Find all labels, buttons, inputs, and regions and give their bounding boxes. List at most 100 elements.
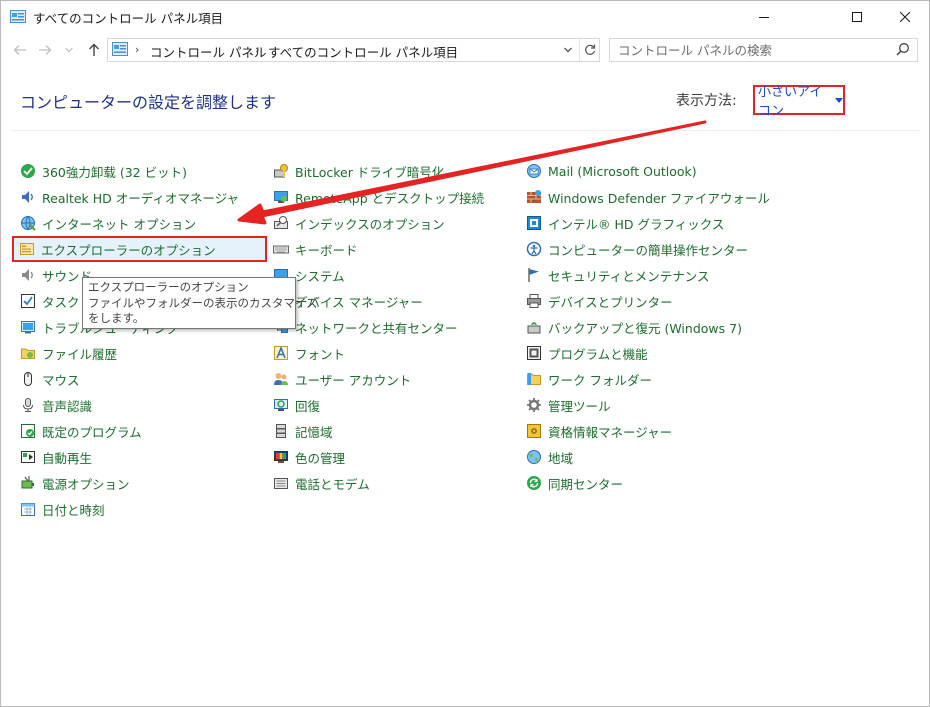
item-label[interactable]: セキュリティとメンテナンス — [548, 266, 710, 285]
view-by-dropdown[interactable]: 小さいアイコン — [753, 85, 845, 119]
item-label[interactable]: システム — [295, 266, 345, 285]
item-label[interactable]: ネットワークと共有センター — [295, 318, 458, 337]
item-autoplay[interactable]: 自動再生 — [20, 447, 92, 467]
item-defender-firewall[interactable]: Windows Defender ファイアウォール — [526, 187, 770, 207]
item-label[interactable]: ユーザー アカウント — [295, 370, 411, 389]
item-label[interactable]: 回復 — [295, 396, 320, 415]
view-by-value[interactable]: 小さいアイコン — [758, 81, 829, 119]
breadcrumb-control-panel[interactable]: コントロール パネル — [150, 42, 266, 61]
up-button[interactable] — [85, 41, 103, 59]
item-label[interactable]: 管理ツール — [548, 396, 611, 415]
item-label[interactable]: コンピューターの簡単操作センター — [548, 240, 748, 259]
item-storage-spaces[interactable]: 記憶域 — [273, 421, 333, 441]
item-label[interactable]: 記憶域 — [295, 422, 333, 441]
item-label[interactable]: キーボード — [295, 240, 358, 259]
breadcrumb-chevron-icon[interactable]: › — [255, 43, 259, 56]
address-bar[interactable]: › コントロール パネル › すべてのコントロール パネル項目 — [107, 38, 600, 62]
breadcrumb-chevron-icon[interactable]: › — [135, 43, 139, 56]
item-label[interactable]: フォント — [295, 344, 345, 363]
item-label[interactable]: ワーク フォルダー — [548, 370, 652, 389]
item-user-accounts[interactable]: ユーザー アカウント — [273, 369, 411, 389]
item-intel-graphics[interactable]: インテル® HD グラフィックス — [526, 213, 724, 233]
maximize-button[interactable] — [834, 1, 880, 33]
item-programs-features[interactable]: プログラムと機能 — [526, 343, 648, 363]
forward-button[interactable] — [36, 41, 54, 59]
item-label[interactable]: Realtek HD オーディオマネージャ — [42, 188, 239, 207]
power-icon — [21, 476, 34, 489]
arrow-right-icon — [39, 45, 52, 55]
item-label[interactable]: Windows Defender ファイアウォール — [548, 188, 770, 207]
refresh-button[interactable] — [579, 39, 600, 61]
close-button[interactable] — [882, 1, 928, 33]
item-keyboard[interactable]: キーボード — [273, 239, 358, 259]
item-label[interactable]: インターネット オプション — [42, 214, 196, 233]
item-phone-modem[interactable]: 電話とモデム — [273, 473, 370, 493]
search-box[interactable] — [609, 38, 918, 62]
item-speech-recognition[interactable]: 音声認識 — [20, 395, 92, 415]
item-label[interactable]: 既定のプログラム — [42, 422, 142, 441]
item-default-programs[interactable]: 既定のプログラム — [20, 421, 142, 441]
item-recovery[interactable]: 回復 — [273, 395, 320, 415]
item-file-history[interactable]: ファイル履歴 — [20, 343, 117, 363]
folder-options-icon — [20, 243, 34, 255]
item-sync-center[interactable]: 同期センター — [526, 473, 623, 493]
item-indexing-options[interactable]: インデックスのオプション — [273, 213, 445, 233]
item-label[interactable]: 360強力卸载 (32 ビット) — [42, 162, 187, 181]
item-label[interactable]: インデックスのオプション — [295, 214, 445, 233]
item-label[interactable]: マウス — [42, 370, 80, 389]
item-label[interactable]: 電話とモデム — [295, 474, 370, 493]
item-mouse[interactable]: マウス — [20, 369, 80, 389]
item-region[interactable]: 地域 — [526, 447, 573, 467]
title-bar[interactable]: すべてのコントロール パネル項目 — [1, 1, 929, 33]
address-dropdown-button[interactable] — [560, 42, 576, 58]
item-realtek-audio[interactable]: Realtek HD オーディオマネージャ — [20, 187, 239, 207]
item-explorer-options[interactable]: エクスプローラーのオプション — [12, 236, 267, 262]
minimize-button[interactable] — [741, 1, 787, 33]
search-input[interactable] — [618, 41, 888, 59]
item-label[interactable]: 同期センター — [548, 474, 623, 493]
item-label[interactable]: 自動再生 — [42, 448, 92, 467]
item-security-maintenance[interactable]: セキュリティとメンテナンス — [526, 265, 710, 285]
item-date-time[interactable]: 日付と時刻 — [20, 499, 105, 519]
item-remoteapp[interactable]: RemoteApp とデスクトップ接続 — [273, 187, 484, 207]
item-label[interactable]: 電源オプション — [42, 474, 130, 493]
item-360-uninstaller[interactable]: 360強力卸载 (32 ビット) — [20, 161, 187, 181]
item-devices-printers[interactable]: デバイスとプリンター — [526, 291, 673, 311]
item-bitlocker[interactable]: BitLocker ドライブ暗号化 — [273, 161, 444, 181]
item-label[interactable]: ファイル履歴 — [42, 344, 117, 363]
item-label[interactable]: 資格情報マネージャー — [548, 422, 672, 441]
item-label[interactable]: BitLocker ドライブ暗号化 — [295, 162, 444, 181]
item-label[interactable]: RemoteApp とデスクトップ接続 — [295, 188, 484, 207]
item-internet-options[interactable]: インターネット オプション — [20, 213, 196, 233]
item-fonts[interactable]: フォント — [273, 343, 345, 363]
users-icon — [274, 373, 288, 385]
caret-down-icon[interactable] — [835, 97, 843, 103]
recent-locations-button[interactable] — [63, 41, 75, 59]
item-power-options[interactable]: 電源オプション — [20, 473, 130, 493]
item-label[interactable]: Mail (Microsoft Outlook) — [548, 164, 697, 179]
item-credential-manager[interactable]: 資格情報マネージャー — [526, 421, 672, 441]
item-network-sharing[interactable]: ネットワークと共有センター — [273, 317, 458, 337]
item-label[interactable]: 音声認識 — [42, 396, 92, 415]
item-label[interactable]: 日付と時刻 — [42, 500, 105, 519]
item-label[interactable]: プログラムと機能 — [548, 344, 648, 363]
arrow-left-icon — [13, 45, 26, 55]
control-panel-icon — [10, 10, 26, 23]
item-label[interactable]: 色の管理 — [295, 448, 345, 467]
maximize-icon — [852, 12, 862, 22]
credential-icon — [527, 424, 541, 438]
item-label[interactable]: インテル® HD グラフィックス — [548, 214, 724, 233]
item-ease-of-access[interactable]: コンピューターの簡単操作センター — [526, 239, 748, 259]
item-label[interactable]: バックアップと復元 (Windows 7) — [548, 318, 742, 337]
item-label[interactable]: デバイスとプリンター — [548, 292, 673, 311]
breadcrumb-all-items[interactable]: すべてのコントロール パネル項目 — [268, 42, 458, 61]
item-mail-outlook[interactable]: Mail (Microsoft Outlook) — [526, 161, 697, 181]
back-button[interactable] — [11, 41, 29, 59]
item-label[interactable]: 地域 — [548, 448, 573, 467]
item-color-management[interactable]: 色の管理 — [273, 447, 345, 467]
item-work-folders[interactable]: ワーク フォルダー — [526, 369, 652, 389]
item-label[interactable]: エクスプローラーのオプション — [41, 240, 216, 259]
item-backup-restore[interactable]: バックアップと復元 (Windows 7) — [526, 317, 742, 337]
item-admin-tools[interactable]: 管理ツール — [526, 395, 611, 415]
search-icon[interactable] — [896, 42, 910, 56]
